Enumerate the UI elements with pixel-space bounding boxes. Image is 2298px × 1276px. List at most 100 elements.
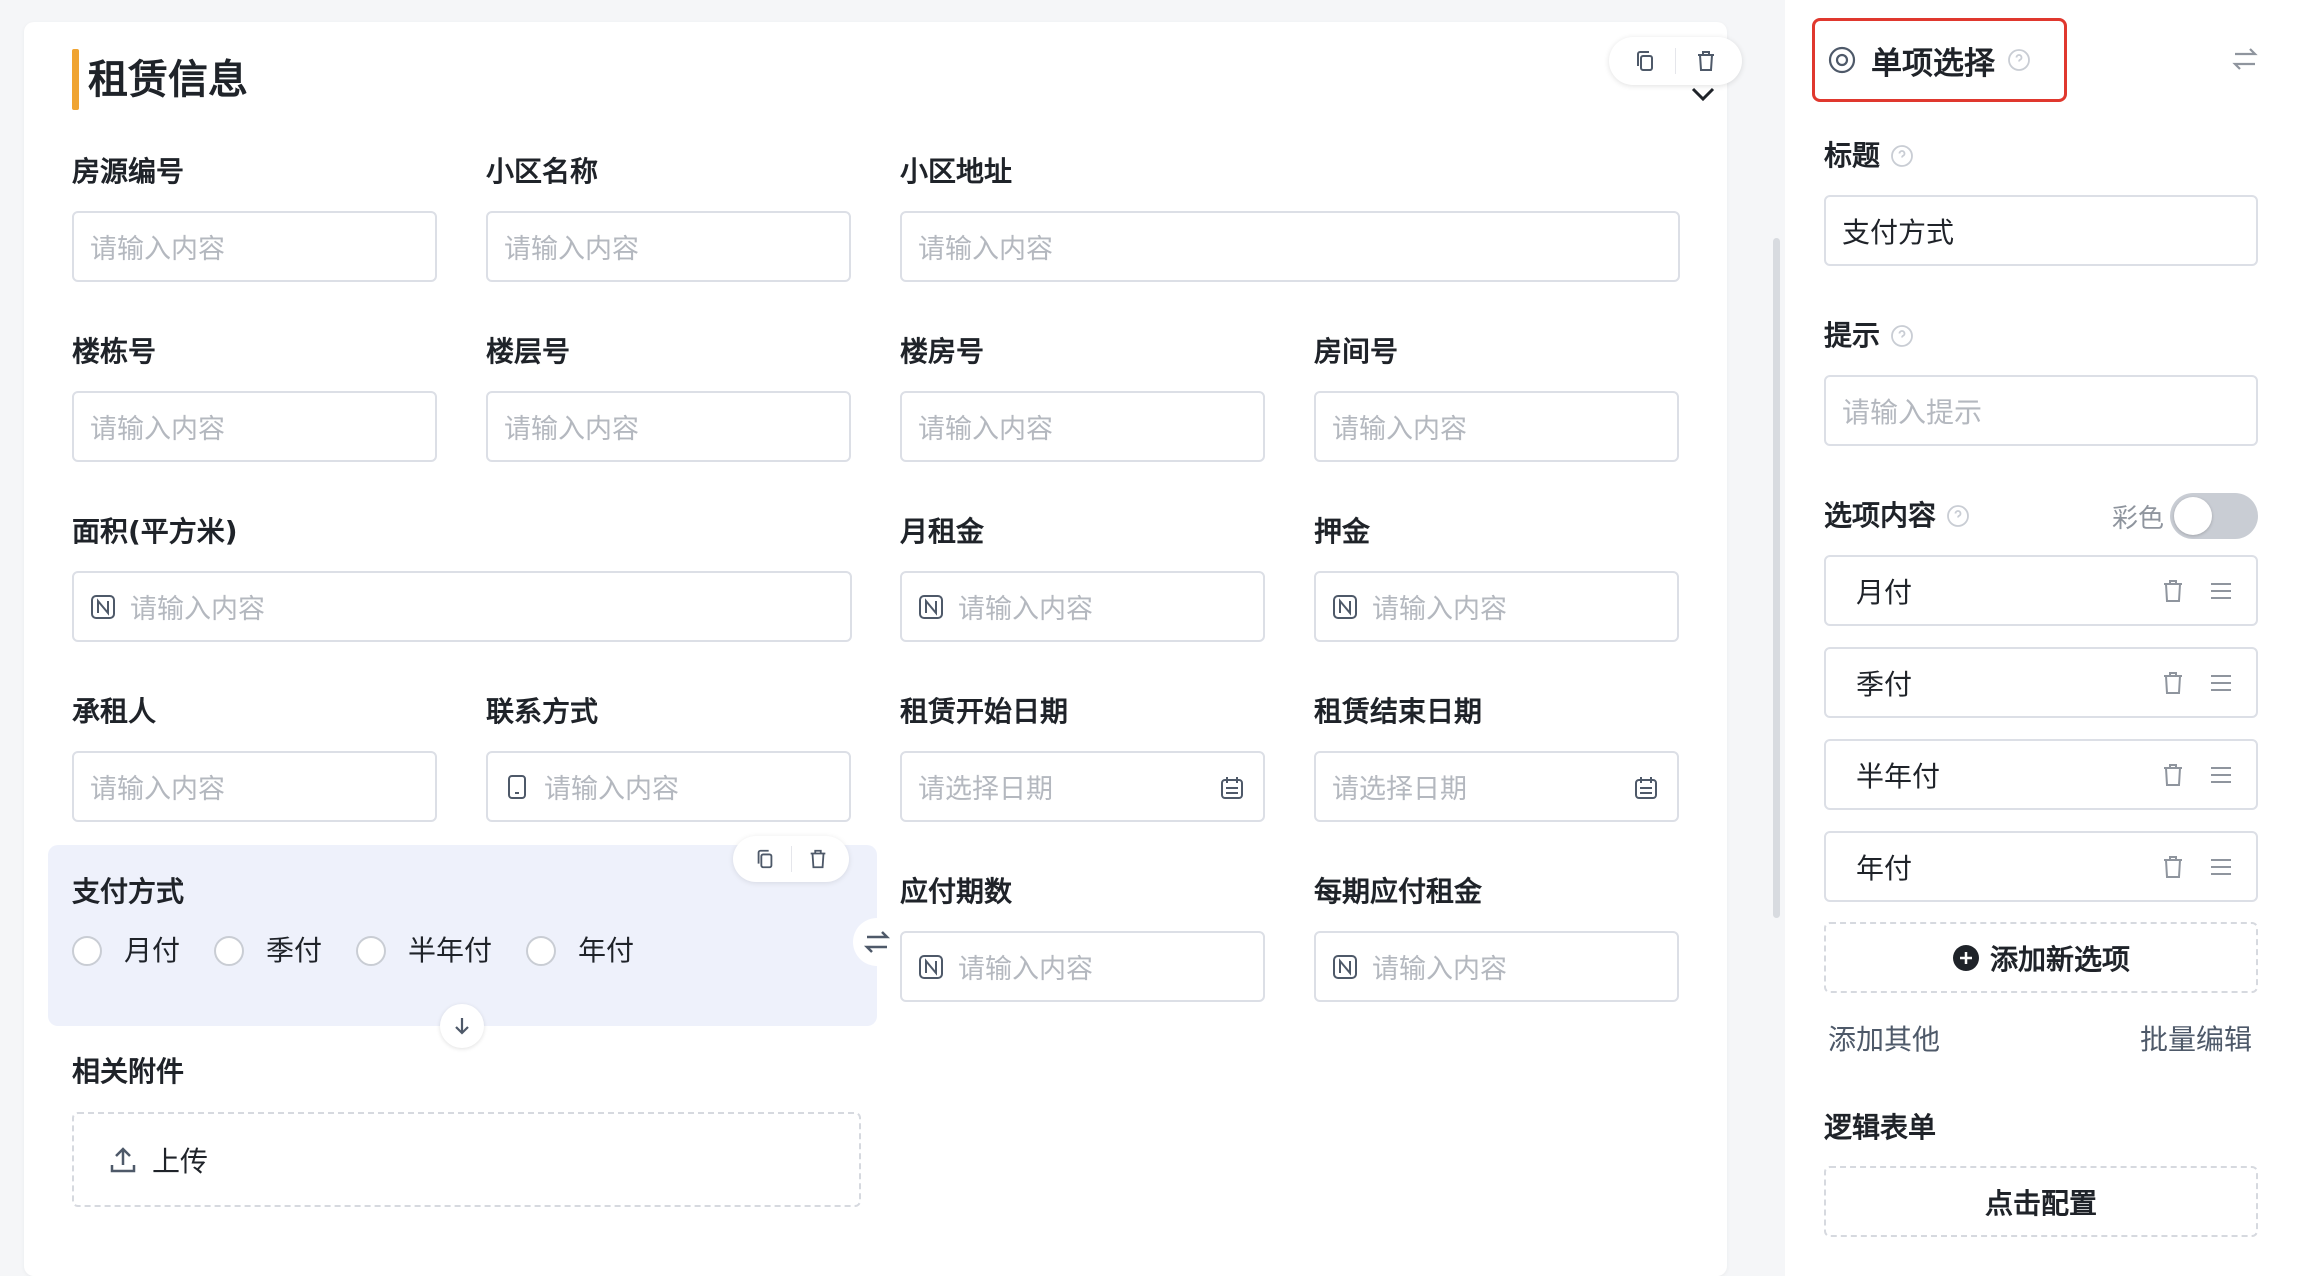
form-scrollbar[interactable] bbox=[1773, 238, 1780, 918]
number-icon bbox=[1333, 594, 1357, 619]
radio-circle[interactable] bbox=[214, 936, 245, 966]
radio-option[interactable]: 月付 bbox=[72, 933, 180, 969]
field-label-community-name: 小区名称 bbox=[486, 155, 599, 188]
field-label-start-date: 租赁开始日期 bbox=[900, 695, 1069, 728]
field-label-payment-method: 支付方式 bbox=[72, 875, 185, 908]
delete-icon[interactable] bbox=[805, 846, 831, 872]
radio-option[interactable]: 年付 bbox=[526, 933, 634, 969]
field-label-monthly-rent: 月租金 bbox=[900, 515, 985, 548]
hint-input[interactable]: 请输入提示 bbox=[1824, 375, 2258, 446]
plus-circle-icon bbox=[1952, 944, 1979, 971]
options-label: 选项内容 bbox=[1824, 498, 1970, 534]
house-no-input[interactable]: 请输入内容 bbox=[72, 211, 437, 282]
delete-icon[interactable] bbox=[2160, 670, 2186, 696]
floor-no-input[interactable]: 请输入内容 bbox=[486, 391, 851, 462]
logic-form-label: 逻辑表单 bbox=[1824, 1111, 1937, 1144]
add-option-button[interactable]: 添加新选项 bbox=[1824, 922, 2258, 993]
field-label-attachments: 相关附件 bbox=[72, 1055, 185, 1088]
field-label-room-no: 房间号 bbox=[1314, 335, 1399, 368]
option-row[interactable]: 季付 bbox=[1824, 647, 2258, 718]
field-label-payment-periods: 应付期数 bbox=[900, 875, 1013, 908]
tenant-input[interactable]: 请输入内容 bbox=[72, 751, 437, 822]
radio-circle[interactable] bbox=[356, 936, 387, 966]
move-down-handle[interactable] bbox=[440, 1004, 484, 1048]
add-other-link[interactable]: 添加其他 bbox=[1828, 1018, 1940, 1058]
rent-per-period-input[interactable]: 请输入内容 bbox=[1314, 931, 1679, 1002]
payment-periods-input[interactable]: 请输入内容 bbox=[900, 931, 1265, 1002]
color-toggle-label: 彩色 bbox=[2112, 504, 2165, 534]
help-icon[interactable] bbox=[1946, 504, 1970, 528]
unit-no-input[interactable]: 请输入内容 bbox=[900, 391, 1265, 462]
drag-handle-icon[interactable] bbox=[2208, 670, 2234, 696]
payment-method-radio-group: 月付 季付 半年付 年付 bbox=[72, 933, 668, 969]
option-row[interactable]: 月付 bbox=[1824, 555, 2258, 626]
color-toggle[interactable] bbox=[2170, 493, 2258, 539]
option-row[interactable]: 半年付 bbox=[1824, 739, 2258, 810]
drag-handle-icon[interactable] bbox=[2208, 578, 2234, 604]
building-no-input[interactable]: 请输入内容 bbox=[72, 391, 437, 462]
toolbar-divider bbox=[1674, 48, 1676, 74]
delete-icon[interactable] bbox=[1693, 48, 1719, 74]
area-input[interactable]: 请输入内容 bbox=[72, 571, 852, 642]
copy-icon[interactable] bbox=[1632, 48, 1658, 74]
start-date-picker[interactable]: 请选择日期 bbox=[900, 751, 1265, 822]
radio-circle[interactable] bbox=[72, 936, 102, 966]
delete-icon[interactable] bbox=[2160, 762, 2186, 788]
room-no-input[interactable]: 请输入内容 bbox=[1314, 391, 1679, 462]
arrow-down-icon bbox=[455, 1018, 469, 1035]
radio-icon bbox=[1828, 46, 1856, 74]
field-label-area: 面积(平方米) bbox=[72, 515, 238, 548]
help-icon[interactable] bbox=[1890, 324, 1914, 348]
calendar-icon bbox=[1221, 777, 1243, 799]
deposit-input[interactable]: 请输入内容 bbox=[1314, 571, 1679, 642]
help-icon[interactable] bbox=[2007, 48, 2031, 72]
monthly-rent-input[interactable]: 请输入内容 bbox=[900, 571, 1265, 642]
radio-option[interactable]: 季付 bbox=[214, 933, 322, 969]
field-label-end-date: 租赁结束日期 bbox=[1314, 695, 1483, 728]
field-label-contact: 联系方式 bbox=[486, 695, 599, 728]
field-label-building-no: 楼栋号 bbox=[72, 335, 157, 368]
resize-width-handle[interactable] bbox=[853, 918, 901, 966]
upload-icon bbox=[110, 1146, 136, 1172]
delete-icon[interactable] bbox=[2160, 854, 2186, 880]
section-toolbar bbox=[1609, 37, 1742, 85]
section-title: 租赁信息 bbox=[88, 57, 248, 103]
delete-icon[interactable] bbox=[2160, 578, 2186, 604]
number-icon bbox=[1333, 954, 1357, 979]
field-label-deposit: 押金 bbox=[1314, 515, 1371, 548]
option-row[interactable]: 年付 bbox=[1824, 831, 2258, 902]
help-icon[interactable] bbox=[1890, 144, 1914, 168]
chevron-down-icon[interactable] bbox=[1689, 82, 1717, 106]
title-input[interactable]: 支付方式 bbox=[1824, 195, 2258, 266]
configure-button[interactable]: 点击配置 bbox=[1824, 1166, 2258, 1237]
section-accent-bar bbox=[72, 49, 79, 110]
field-label-floor-no: 楼层号 bbox=[486, 335, 571, 368]
number-icon bbox=[919, 594, 943, 619]
swap-icon bbox=[863, 931, 891, 953]
community-name-input[interactable]: 请输入内容 bbox=[486, 211, 851, 282]
drag-handle-icon[interactable] bbox=[2208, 854, 2234, 880]
hint-label: 提示 bbox=[1824, 318, 1914, 354]
radio-circle[interactable] bbox=[526, 936, 557, 966]
properties-panel: 单项选择 标题 支付方式 提示 请输入提示 选项内容 彩色 月付 季付 半年付 … bbox=[1785, 0, 2298, 1276]
batch-edit-link[interactable]: 批量编辑 bbox=[2140, 1018, 2252, 1058]
field-label-house-no: 房源编号 bbox=[72, 155, 185, 188]
community-address-input[interactable]: 请输入内容 bbox=[900, 211, 1680, 282]
drag-handle-icon[interactable] bbox=[2208, 762, 2234, 788]
number-icon bbox=[91, 594, 115, 619]
end-date-picker[interactable]: 请选择日期 bbox=[1314, 751, 1679, 822]
field-label-rent-per-period: 每期应付租金 bbox=[1314, 875, 1483, 908]
number-icon bbox=[919, 954, 943, 979]
phone-icon bbox=[508, 774, 526, 799]
field-toolbar bbox=[733, 836, 849, 882]
radio-option[interactable]: 半年付 bbox=[356, 933, 492, 969]
copy-icon[interactable] bbox=[752, 846, 778, 872]
switch-type-icon[interactable] bbox=[2230, 44, 2260, 74]
field-label-tenant: 承租人 bbox=[72, 695, 157, 728]
contact-input[interactable]: 请输入内容 bbox=[486, 751, 851, 822]
field-label-unit-no: 楼房号 bbox=[900, 335, 985, 368]
upload-button[interactable]: 上传 bbox=[72, 1112, 861, 1207]
toggle-knob bbox=[2174, 497, 2212, 535]
component-type-header: 单项选择 bbox=[1812, 18, 2067, 102]
field-label-community-address: 小区地址 bbox=[900, 155, 1013, 188]
